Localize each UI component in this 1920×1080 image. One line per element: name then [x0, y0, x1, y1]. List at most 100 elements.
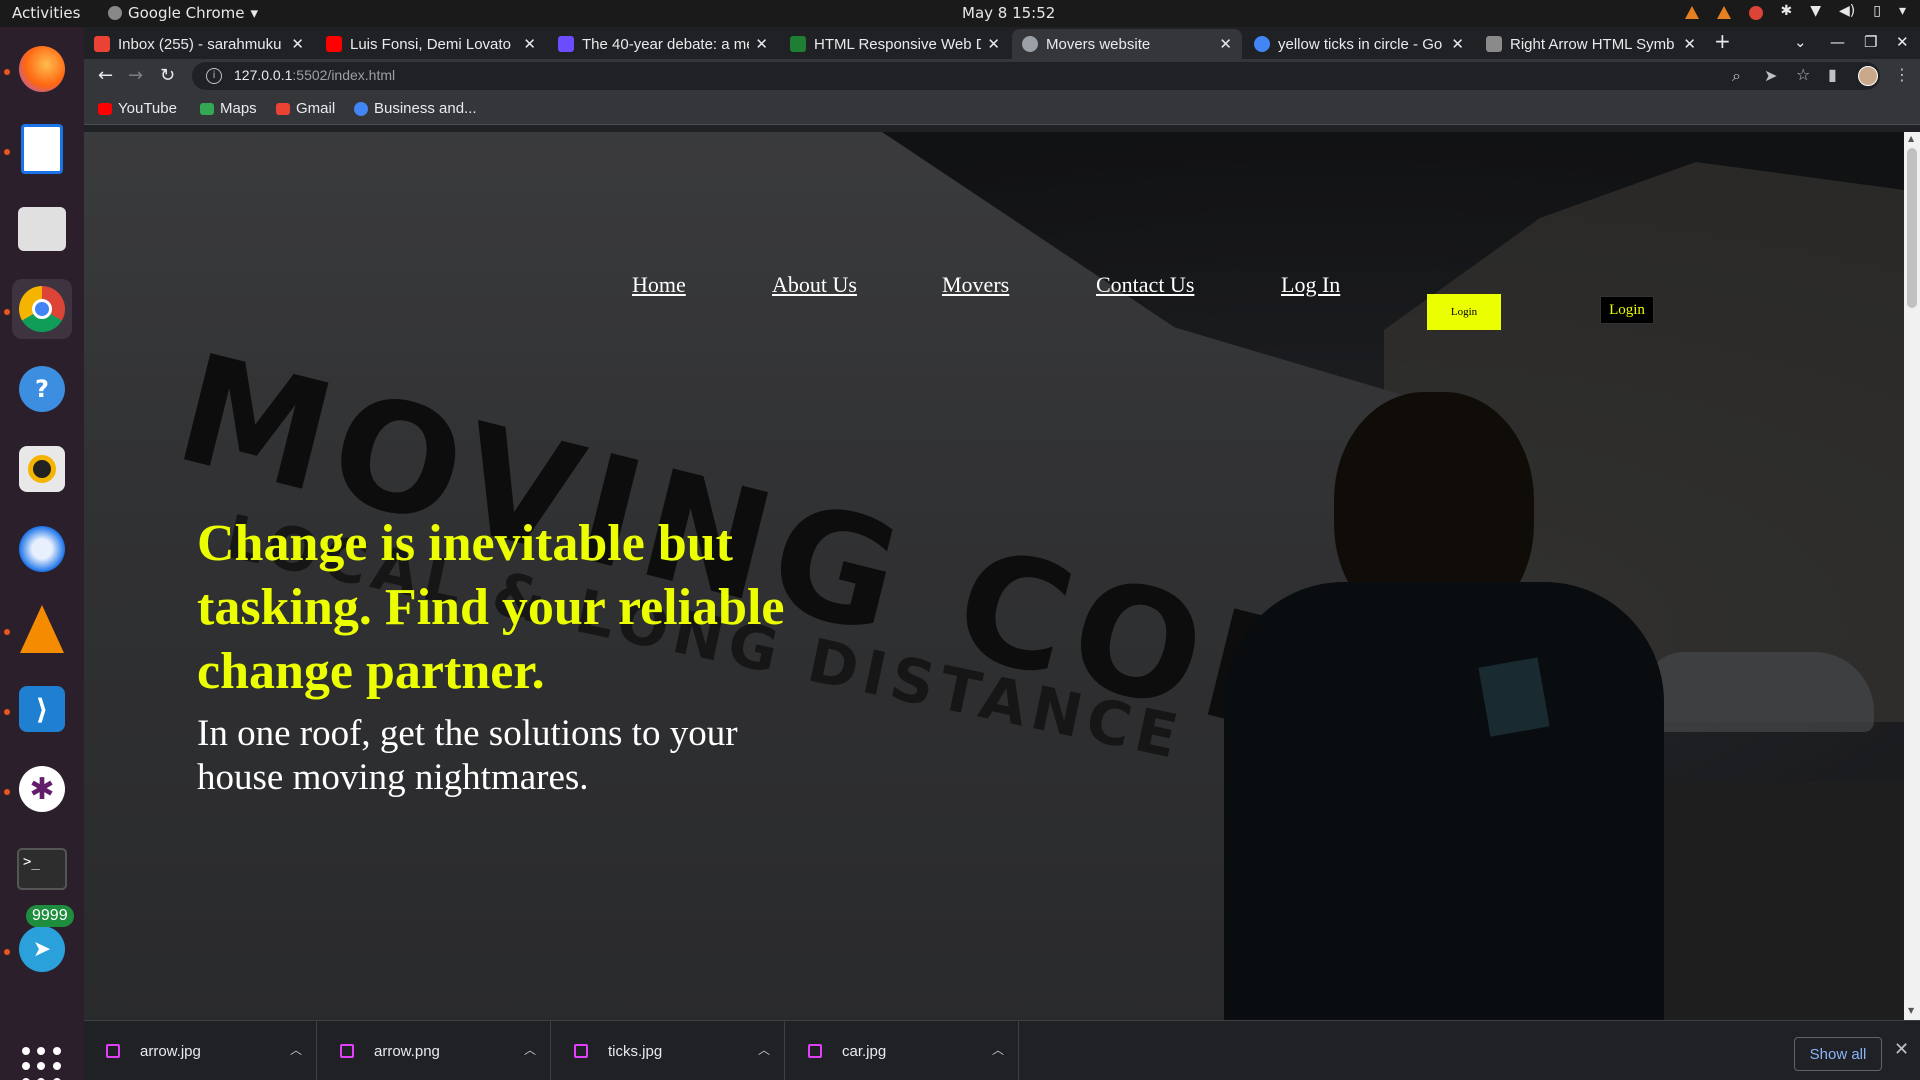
- w3-favicon: [790, 36, 806, 52]
- dock-help[interactable]: ?: [12, 359, 72, 419]
- globe-favicon: [1022, 36, 1038, 52]
- nav-about-us[interactable]: About Us: [772, 272, 857, 298]
- bookmark-business[interactable]: Business and...: [354, 100, 477, 117]
- html-favicon: [1486, 36, 1502, 52]
- dock-vlc[interactable]: [12, 599, 72, 659]
- download-item[interactable]: arrow.jpg ︿: [84, 1021, 317, 1080]
- dock-thunderbird[interactable]: [12, 519, 72, 579]
- tab-gmail[interactable]: Inbox (255) - sarahmuku ✕: [84, 29, 314, 59]
- dock-files[interactable]: [12, 199, 72, 259]
- bookmark-maps[interactable]: Maps: [200, 100, 257, 117]
- close-tab-icon[interactable]: ✕: [1683, 35, 1696, 53]
- hero-headline: Change is inevitable but tasking. Find y…: [197, 515, 785, 700]
- forward-icon[interactable]: →: [128, 65, 143, 86]
- close-tab-icon[interactable]: ✕: [291, 35, 304, 53]
- dock-terminal[interactable]: >_: [12, 839, 72, 899]
- bookmark-star-icon[interactable]: ☆: [1796, 65, 1810, 84]
- page-scrollbar[interactable]: ▲ ▼: [1904, 132, 1920, 1020]
- show-applications-icon[interactable]: [22, 1047, 62, 1080]
- dock-slack[interactable]: ✱: [12, 759, 72, 819]
- battery-icon[interactable]: ▯: [1873, 3, 1881, 20]
- zoom-icon[interactable]: ⌕: [1732, 66, 1741, 86]
- chevron-up-icon[interactable]: ︿: [524, 1041, 536, 1058]
- chrome-icon: [19, 286, 65, 332]
- tab-debate[interactable]: The 40-year debate: a me ✕: [548, 29, 778, 59]
- close-tab-icon[interactable]: ✕: [1219, 35, 1232, 53]
- download-item[interactable]: ticks.jpg ︿: [552, 1021, 785, 1080]
- tab-movers-website[interactable]: Movers website ✕: [1012, 29, 1242, 59]
- nav-log-in[interactable]: Log In: [1281, 272, 1340, 298]
- reload-icon[interactable]: ↻: [160, 65, 175, 86]
- running-indicator: [4, 949, 10, 955]
- app-menu[interactable]: Google Chrome ▾: [108, 4, 258, 22]
- dock-firefox[interactable]: [12, 39, 72, 99]
- chevron-up-icon[interactable]: ︿: [290, 1041, 302, 1058]
- close-shelf-icon[interactable]: ✕: [1894, 1039, 1909, 1060]
- power-menu-icon[interactable]: ▾: [1899, 3, 1906, 20]
- close-tab-icon[interactable]: ✕: [987, 35, 1000, 53]
- address-bar[interactable]: i 127.0.0.1:5502/index.html ⌕ ➤ ☆: [192, 62, 1880, 90]
- nav-contact-us[interactable]: Contact Us: [1096, 272, 1194, 298]
- tab-search-icon[interactable]: ⌄: [1794, 33, 1807, 51]
- scroll-down-icon[interactable]: ▼: [1908, 1006, 1914, 1015]
- tab-html-responsive[interactable]: HTML Responsive Web D ✕: [780, 29, 1010, 59]
- system-top-bar: Activities Google Chrome ▾ May 8 15:52 ✱…: [0, 0, 1920, 27]
- bookmarks-bar: YouTube Maps Gmail Business and...: [84, 93, 1920, 125]
- profile-avatar[interactable]: [1858, 66, 1878, 86]
- nav-home[interactable]: Home: [632, 272, 686, 298]
- chevron-up-icon[interactable]: ︿: [992, 1041, 1004, 1058]
- vlc-tray-icon[interactable]: [1684, 6, 1699, 19]
- system-tray[interactable]: ✱ ▼ ◀) ▯ ▾: [1684, 3, 1906, 20]
- url-text[interactable]: 127.0.0.1:5502/index.html: [234, 67, 395, 83]
- clock[interactable]: May 8 15:52: [962, 4, 1055, 22]
- slack-icon: ✱: [19, 766, 65, 812]
- vlc-tray-icon-2[interactable]: [1716, 6, 1731, 19]
- dock-writer[interactable]: [12, 119, 72, 179]
- tab-youtube[interactable]: Luis Fonsi, Demi Lovato ✕: [316, 29, 546, 59]
- tab-title: HTML Responsive Web D: [814, 35, 982, 53]
- back-icon[interactable]: ←: [98, 65, 113, 86]
- chrome-menu-icon[interactable]: ⋮: [1894, 65, 1910, 84]
- close-window-icon[interactable]: ✕: [1896, 33, 1909, 51]
- firefox-icon: [19, 46, 65, 92]
- scrollbar-thumb[interactable]: [1907, 148, 1917, 308]
- thunderbird-icon: [19, 526, 65, 572]
- bookmark-youtube[interactable]: YouTube: [98, 100, 177, 117]
- image-file-icon: [808, 1044, 822, 1058]
- site-info-icon[interactable]: i: [206, 68, 222, 84]
- dock-rhythmbox[interactable]: [12, 439, 72, 499]
- scroll-up-icon[interactable]: ▲: [1908, 134, 1914, 143]
- slack-tray-icon[interactable]: ✱: [1781, 3, 1793, 20]
- dock-chrome[interactable]: [12, 279, 72, 339]
- minimize-icon[interactable]: —: [1830, 33, 1845, 51]
- dock-vscode[interactable]: ⟩: [12, 679, 72, 739]
- chevron-up-icon[interactable]: ︿: [758, 1041, 770, 1058]
- tab-yellow-ticks[interactable]: yellow ticks in circle - Go ✕: [1244, 29, 1474, 59]
- close-tab-icon[interactable]: ✕: [523, 35, 536, 53]
- show-all-downloads-button[interactable]: Show all: [1794, 1037, 1882, 1071]
- wifi-icon[interactable]: ▼: [1810, 3, 1821, 20]
- side-panel-icon[interactable]: ▮: [1828, 65, 1837, 84]
- new-tab-icon[interactable]: +: [1714, 29, 1731, 53]
- download-item[interactable]: car.jpg ︿: [786, 1021, 1019, 1080]
- close-tab-icon[interactable]: ✕: [1451, 35, 1464, 53]
- restore-icon[interactable]: ❐: [1864, 33, 1877, 51]
- chrome-tray-icon[interactable]: [1748, 6, 1763, 20]
- volume-icon[interactable]: ◀): [1839, 3, 1855, 20]
- activities-button[interactable]: Activities: [12, 4, 80, 22]
- nav-movers[interactable]: Movers: [942, 272, 1009, 298]
- tab-right-arrow[interactable]: Right Arrow HTML Symb ✕: [1476, 29, 1706, 59]
- login-button-black[interactable]: Login: [1600, 296, 1654, 324]
- youtube-favicon: [326, 36, 342, 52]
- tab-title: Inbox (255) - sarahmuku: [118, 35, 282, 53]
- close-tab-icon[interactable]: ✕: [755, 35, 768, 53]
- tab-strip: Inbox (255) - sarahmuku ✕ Luis Fonsi, De…: [84, 27, 1920, 59]
- bookmark-gmail[interactable]: Gmail: [276, 100, 335, 117]
- login-button-yellow[interactable]: Login: [1427, 294, 1501, 330]
- dock: ? ⟩ ✱ >_ ➤ 9999: [0, 27, 84, 1080]
- running-indicator: [4, 69, 10, 75]
- google-icon: [354, 101, 368, 116]
- send-icon[interactable]: ➤: [1764, 66, 1777, 85]
- dock-telegram[interactable]: ➤ 9999: [12, 905, 74, 979]
- download-item[interactable]: arrow.png ︿: [318, 1021, 551, 1080]
